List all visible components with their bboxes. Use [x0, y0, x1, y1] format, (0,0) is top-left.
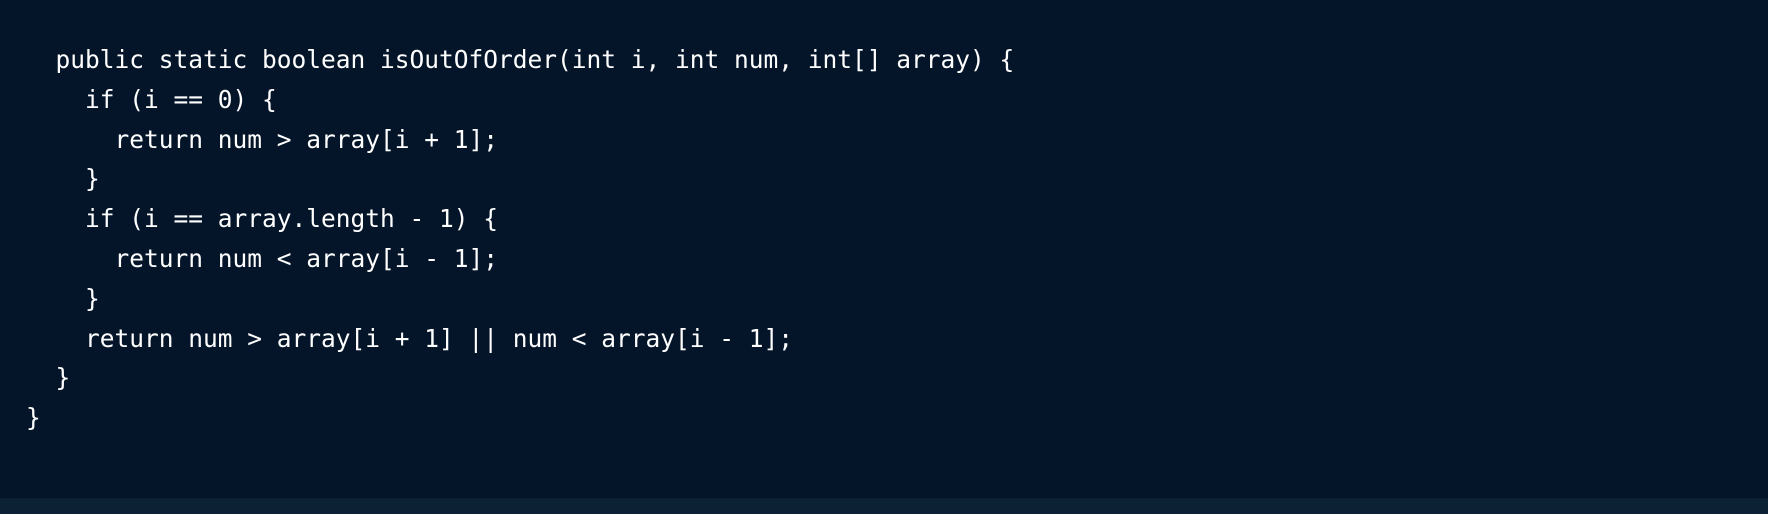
code-line-return-less-than-previous: return num < array[i - 1]; — [26, 243, 499, 273]
code-line-close-method: } — [26, 363, 71, 393]
code-line-if-last-index: if (i == array.length - 1) { — [26, 204, 499, 234]
code-line-close-if-last: } — [26, 283, 100, 313]
code-line-return-either-neighbor: return num > array[i + 1] || num < array… — [26, 323, 794, 353]
code-block: public static boolean isOutOfOrder(int i… — [26, 40, 1014, 438]
code-line-if-first-index: if (i == 0) { — [26, 84, 277, 114]
bottom-strip — [0, 498, 1768, 514]
code-line-close-if-first: } — [26, 164, 100, 194]
code-line-return-greater-than-next: return num > array[i + 1]; — [26, 124, 499, 154]
code-panel: public static boolean isOutOfOrder(int i… — [0, 0, 1768, 498]
code-line-method-signature: public static boolean isOutOfOrder(int i… — [26, 45, 1015, 74]
code-line-close-class: } — [26, 403, 41, 433]
